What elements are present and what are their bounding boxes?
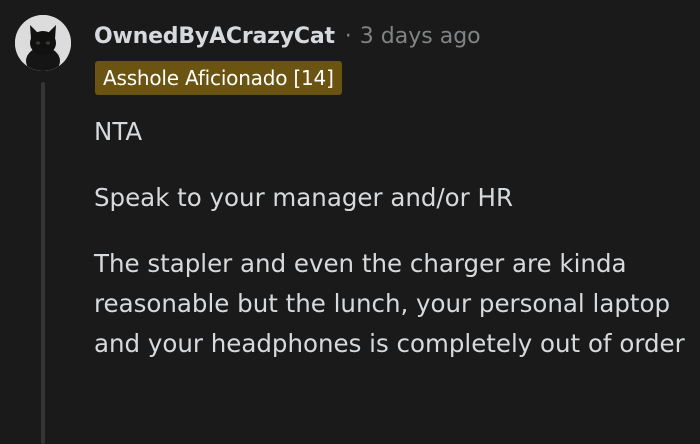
comment-paragraph: NTA (94, 117, 143, 146)
comment-paragraph: Speak to your manager and/or HR (94, 183, 513, 212)
avatar[interactable] (15, 15, 71, 71)
comment-meta: OwnedByACrazyCat · 3 days ago (94, 16, 481, 56)
black-cat-avatar-icon (15, 15, 71, 71)
comment: OwnedByACrazyCat · 3 days ago Asshole Af… (0, 0, 700, 444)
meta-separator: · (344, 23, 352, 49)
comment-body: NTA Speak to your manager and/or HR The … (94, 112, 694, 390)
user-flair: Asshole Aficionado [14] (95, 61, 342, 95)
comment-paragraph: The stapler and even the charger are kin… (94, 249, 685, 358)
author-username[interactable]: OwnedByACrazyCat (94, 24, 335, 49)
comment-timestamp[interactable]: 3 days ago (360, 24, 481, 49)
thread-collapse-line[interactable] (41, 82, 45, 444)
